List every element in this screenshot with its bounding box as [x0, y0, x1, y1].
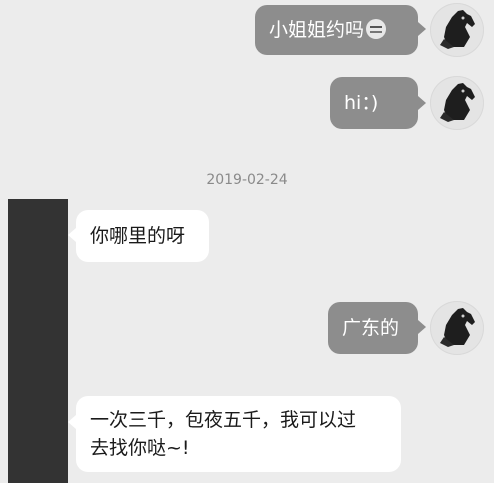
message-bubble-received[interactable]: 一次三千，包夜五千，我可以过 去找你哒~! [76, 396, 401, 472]
message-bubble-received[interactable]: 你哪里的呀 [76, 210, 209, 262]
horse-head-avatar-icon [440, 83, 475, 122]
message-text-line: 去找你哒~! [90, 437, 190, 459]
bubble-tail [418, 320, 426, 334]
message-text: hi：) [344, 92, 379, 114]
message-text: 你哪里的呀 [90, 225, 186, 247]
user-avatar[interactable] [430, 3, 484, 57]
horse-head-avatar-icon [440, 10, 475, 49]
message-bubble-sent[interactable]: 小姐姐约吗 [255, 5, 418, 55]
bubble-tail [68, 228, 76, 242]
bubble-tail [68, 415, 76, 429]
user-avatar[interactable] [430, 76, 484, 130]
message-text: 广东的 [342, 317, 400, 339]
redacted-contact-avatar [8, 199, 68, 483]
message-bubble-sent[interactable]: hi：) [330, 77, 418, 129]
message-text-line: 一次三千，包夜五千，我可以过 [90, 409, 357, 431]
message-bubble-sent[interactable]: 广东的 [328, 302, 418, 354]
dizzy-face-emoji-icon [366, 19, 387, 39]
chat-timestamp: 2019-02-24 [206, 172, 288, 188]
message-text: 小姐姐约吗 [269, 19, 365, 41]
bubble-tail [418, 96, 426, 110]
bubble-tail [418, 22, 426, 36]
user-avatar[interactable] [430, 301, 484, 355]
horse-head-avatar-icon [440, 308, 475, 347]
